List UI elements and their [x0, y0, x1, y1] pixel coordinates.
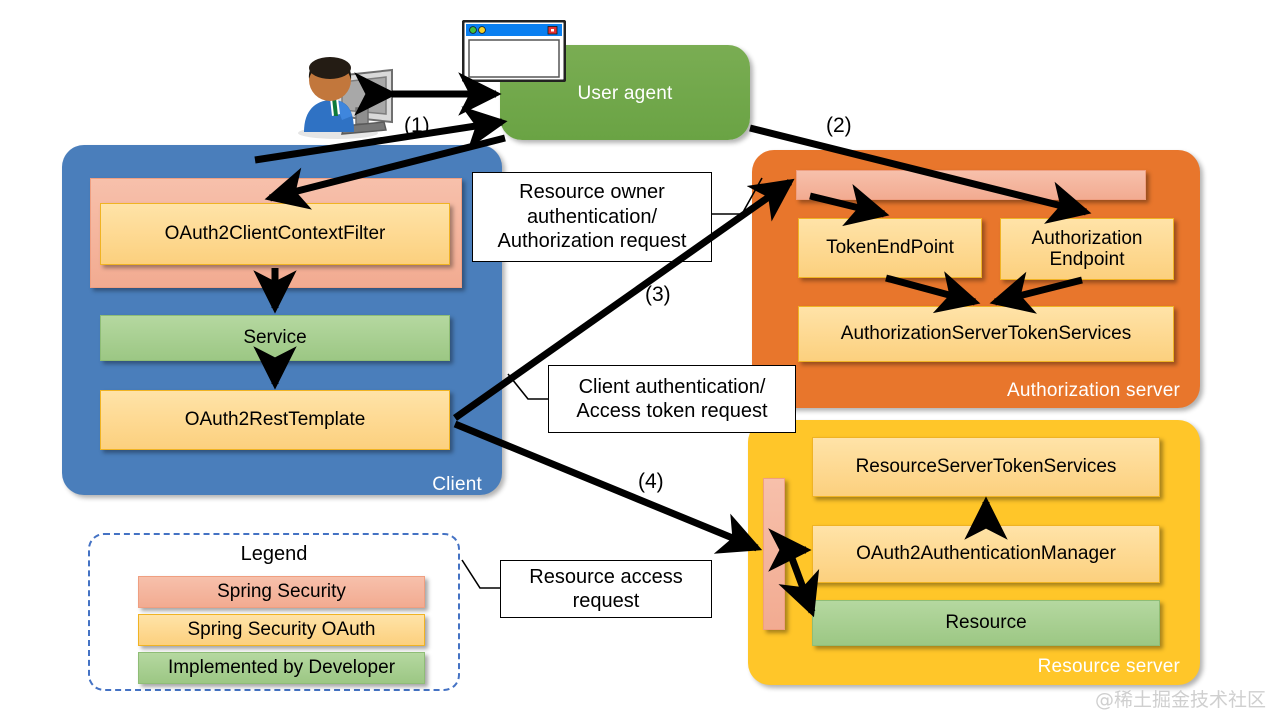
leader-client-auth [507, 373, 548, 400]
node-resource[interactable]: Resource [812, 600, 1160, 646]
node-label: Authorization Endpoint [1032, 228, 1143, 271]
legend-item-spring-security: Spring Security [138, 576, 425, 608]
node-label: OAuth2RestTemplate [184, 409, 366, 431]
node-tokenendpoint[interactable]: TokenEndPoint [798, 218, 982, 278]
callout-line2: authentication/ [526, 205, 658, 228]
legend-item-label: Spring Security [217, 581, 346, 602]
node-label: AuthorizationServerTokenServices [840, 323, 1132, 345]
legend-title: Legend [240, 543, 308, 565]
node-label-line2: Endpoint [1049, 249, 1125, 270]
node-label-line1: Authorization [1031, 227, 1143, 249]
node-oauth2authenticationmanager[interactable]: OAuth2AuthenticationManager [812, 525, 1160, 583]
step-label-4: (4) [638, 470, 664, 493]
diagram-canvas: User agent Client OAuth2ClientContextFil… [0, 0, 1280, 720]
step-label-3: (3) [645, 283, 671, 306]
callout-line2: Access token request [576, 400, 768, 422]
user-at-computer-icon [292, 46, 400, 140]
legend-item-implemented-by-developer: Implemented by Developer [138, 652, 425, 684]
node-authorizationservertokenservices[interactable]: AuthorizationServerTokenServices [798, 306, 1174, 362]
resource-server-filter-bar [763, 478, 785, 630]
step-label-2: (2) [826, 114, 852, 137]
node-label: OAuth2ClientContextFilter [164, 223, 386, 245]
authorization-server-filter-bar [796, 170, 1146, 200]
node-label: ResourceServerTokenServices [855, 456, 1117, 478]
callout-line2: request [572, 590, 640, 612]
watermark: @稀土掘金技术社区 [1094, 689, 1266, 711]
legend-item-spring-security-oauth: Spring Security OAuth [138, 614, 425, 646]
resource-server-label: Resource server [1037, 656, 1180, 677]
callout-line1: Resource owner [519, 181, 665, 204]
callout-line1: Client authentication/ [578, 375, 766, 398]
callout-resource-owner: Resource owner authentication/ Authoriza… [472, 172, 712, 262]
browser-window-icon [461, 19, 567, 83]
authorization-server-label: Authorization server [1007, 380, 1180, 401]
node-label: Service [243, 327, 307, 349]
node-service[interactable]: Service [100, 315, 450, 361]
node-authorizationendpoint[interactable]: Authorization Endpoint [1000, 218, 1174, 280]
leader-resource-access [461, 559, 500, 589]
node-resourceservertokenservices[interactable]: ResourceServerTokenServices [812, 437, 1160, 497]
callout-line3: Authorization request [497, 230, 687, 253]
node-oauth2resttemplate[interactable]: OAuth2RestTemplate [100, 390, 450, 450]
client-container-label: Client [432, 474, 482, 495]
legend-item-label: Implemented by Developer [167, 657, 396, 678]
node-label: Resource [945, 612, 1027, 634]
node-oauth2clientcontextfilter[interactable]: OAuth2ClientContextFilter [100, 203, 450, 265]
step-label-1: (1) [404, 114, 430, 137]
callout-resource-access: Resource access request [500, 560, 712, 618]
callout-client-auth: Client authentication/ Access token requ… [548, 365, 796, 433]
node-label: TokenEndPoint [826, 237, 954, 259]
node-label: OAuth2AuthenticationManager [856, 543, 1116, 565]
user-agent-label: User agent [577, 83, 673, 104]
legend: Legend Spring Security Spring Security O… [88, 533, 460, 691]
legend-item-label: Spring Security OAuth [187, 619, 376, 640]
callout-line1: Resource access [529, 565, 683, 588]
